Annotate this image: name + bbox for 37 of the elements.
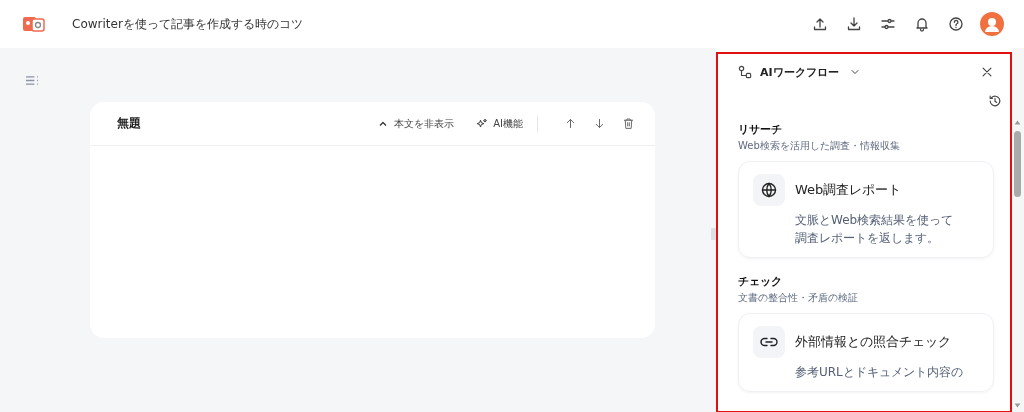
- history-icon[interactable]: [988, 94, 1002, 108]
- section-description: Web検索を活用した調査・情報収集: [738, 139, 901, 153]
- scroll-up-icon[interactable]: [1014, 120, 1021, 125]
- resize-handle[interactable]: [711, 228, 716, 240]
- workflow-description: 調査レポートを返します。: [795, 230, 940, 247]
- sparkle-icon: [476, 117, 489, 130]
- section-heading: チェック: [738, 274, 783, 289]
- workflow-card[interactable]: 外部情報との照合チェック 参考URLとドキュメント内容の: [738, 313, 994, 392]
- logo-icon: [22, 14, 46, 34]
- download-icon[interactable]: [846, 16, 862, 32]
- help-icon[interactable]: [948, 16, 964, 32]
- arrow-down-icon[interactable]: [593, 117, 606, 130]
- workflow-card[interactable]: Web調査レポート 文脈とWeb検索結果を使って 調査レポートを返します。: [738, 161, 994, 258]
- trash-icon[interactable]: [622, 117, 635, 130]
- workflow-title: 外部情報との照合チェック: [795, 333, 951, 351]
- upload-icon[interactable]: [812, 16, 828, 32]
- close-icon[interactable]: [980, 65, 994, 79]
- section-title[interactable]: 無題: [117, 115, 141, 132]
- section-description: 文書の整合性・矛盾の検証: [738, 291, 859, 305]
- link-icon: [753, 326, 785, 358]
- bell-icon[interactable]: [914, 16, 930, 32]
- settings-icon[interactable]: [880, 16, 896, 32]
- workflow-description: 参考URLとドキュメント内容の: [795, 364, 964, 381]
- panel-title: AIワークフロー: [760, 64, 839, 80]
- avatar-icon[interactable]: [980, 12, 1004, 36]
- section-heading: リサーチ: [738, 122, 783, 137]
- arrow-up-icon[interactable]: [564, 117, 577, 130]
- workflow-icon: [738, 65, 752, 79]
- workflow-title: Web調査レポート: [795, 181, 902, 199]
- ai-button[interactable]: AI機能: [472, 113, 527, 134]
- workflow-description: 文脈とWeb検索結果を使って: [795, 212, 955, 229]
- globe-icon: [753, 174, 785, 206]
- scroll-down-icon[interactable]: [1014, 403, 1021, 408]
- outline-icon[interactable]: [25, 74, 40, 87]
- hide-body-button[interactable]: 本文を非表示: [373, 113, 459, 134]
- document-title: Cowriterを使って記事を作成する時のコツ: [72, 15, 303, 33]
- scroll-thumb[interactable]: [1014, 131, 1021, 197]
